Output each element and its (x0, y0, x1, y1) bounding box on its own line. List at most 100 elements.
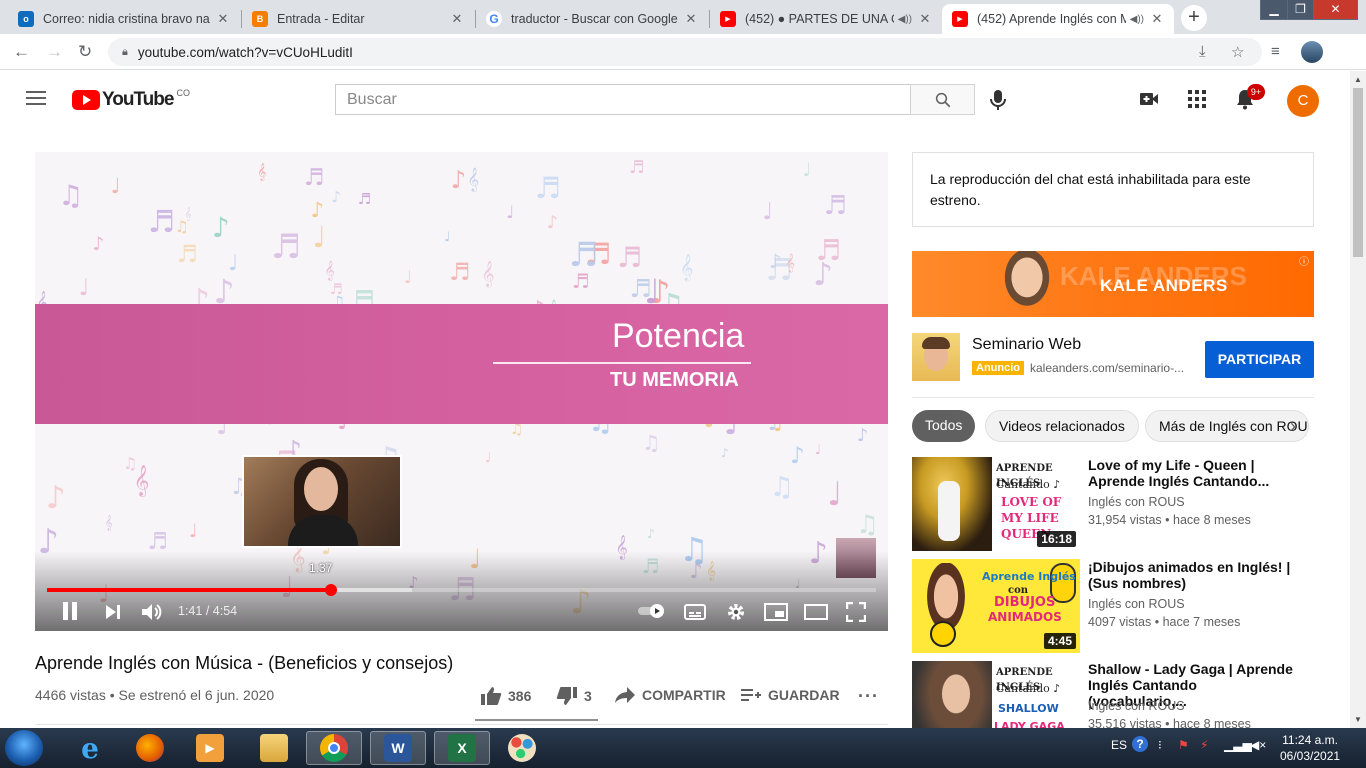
theater-mode-icon[interactable] (804, 604, 828, 625)
banner-brand: KALE ANDERS (1100, 276, 1228, 295)
fullscreen-icon[interactable] (845, 601, 867, 627)
tab-youtube-partes[interactable]: ▶ (452) ● PARTES DE UNA ORACIÓN ◀)) ✕ (710, 4, 942, 34)
video-title[interactable]: Love of my Life - Queen | Aprende Inglés… (1088, 457, 1298, 489)
search-input[interactable]: Buscar (335, 84, 911, 115)
save-button[interactable]: GUARDAR (740, 686, 840, 704)
ad-title[interactable]: Seminario Web (972, 336, 1081, 354)
start-button[interactable] (5, 730, 43, 766)
settings-gear-icon[interactable] (726, 602, 746, 627)
scrollbar-thumb[interactable] (1353, 88, 1363, 257)
file-explorer-icon[interactable] (246, 731, 302, 765)
tab-blogger[interactable]: B Entrada - Editar ✕ (242, 4, 474, 34)
progress-bar[interactable] (47, 584, 876, 596)
apps-grid-icon[interactable] (1188, 90, 1206, 113)
video-title[interactable]: ¡Dibujos animados en Inglés! | (Sus nomb… (1088, 559, 1298, 591)
overlay-subtitle: TU MEMORIA (610, 369, 739, 391)
music-note-decoration: ♫ (855, 510, 879, 541)
scroll-up-icon[interactable]: ▲ (1354, 75, 1362, 84)
youtube-logo[interactable]: YouTube CO (72, 88, 190, 111)
page-scrollbar[interactable]: ▲ ▼ (1350, 71, 1366, 728)
help-icon[interactable]: ? (1132, 736, 1148, 752)
language-indicator[interactable]: ES (1111, 738, 1127, 752)
subtitles-icon[interactable] (684, 604, 706, 625)
media-control-icon[interactable]: ≡ (1271, 43, 1280, 60)
related-video[interactable]: APRENDE INGLÉS Cantando ♪ LOVE OF MY LIF… (912, 457, 1314, 551)
maximize-icon[interactable]: ❐ (1287, 0, 1313, 19)
search-button[interactable] (910, 84, 975, 115)
reload-icon[interactable]: ↻ (78, 42, 92, 62)
thumb-text: LOVE OF (1001, 495, 1062, 509)
like-button[interactable]: 386 (480, 686, 531, 706)
video-thumbnail[interactable]: Aprende Inglés con DIBUJOS ANIMADOS 4:45 (912, 559, 1080, 653)
tab-youtube-active[interactable]: ▶ (452) Aprende Inglés con Música ◀)) ✕ (942, 4, 1174, 34)
install-icon[interactable]: ⤓ (1199, 43, 1206, 60)
tab-title: Entrada - Editar (277, 12, 365, 26)
word-icon[interactable]: W (370, 731, 426, 765)
tab-google[interactable]: G traductor - Buscar con Google ✕ (476, 4, 708, 34)
chip-todos[interactable]: Todos (912, 410, 976, 442)
close-icon[interactable]: ✕ (684, 11, 698, 27)
next-icon[interactable] (105, 604, 121, 625)
pause-icon[interactable] (62, 602, 78, 625)
chrome-icon[interactable] (306, 731, 362, 765)
miniplayer-icon[interactable] (764, 603, 788, 626)
speaker-icon[interactable]: ◀)) (898, 14, 912, 25)
microphone-icon[interactable] (989, 89, 1007, 116)
ad-thumbnail[interactable] (912, 333, 960, 381)
menu-icon[interactable] (26, 91, 46, 109)
more-actions-icon[interactable]: ··· (858, 686, 879, 707)
chip-related[interactable]: Videos relacionados (985, 410, 1139, 442)
tab-correo[interactable]: o Correo: nidia cristina bravo navia ✕ (8, 4, 240, 34)
profile-avatar[interactable] (1301, 41, 1323, 63)
power-icon[interactable]: ⚡︎ (1200, 738, 1208, 752)
ad-info-icon[interactable]: ⓘ (1299, 253, 1309, 268)
minimize-icon[interactable]: ▁ (1261, 0, 1287, 19)
system-clock[interactable]: 11:24 a.m. 06/03/2021 (1280, 732, 1340, 764)
new-tab-button[interactable]: + (1181, 5, 1207, 31)
address-bar[interactable]: 🔒︎ youtube.com/watch?v=vCUoHLuditI (108, 38, 1262, 66)
close-icon[interactable]: ✕ (450, 11, 464, 27)
forward-icon[interactable]: → (46, 42, 63, 62)
create-video-icon[interactable] (1139, 90, 1159, 113)
related-video[interactable]: Aprende Inglés con DIBUJOS ANIMADOS 4:45… (912, 559, 1314, 653)
network-signal-icon[interactable]: ▁▃▅ (1224, 738, 1252, 752)
volume-muted-icon[interactable]: ◀× (1250, 738, 1266, 752)
chevron-right-icon[interactable]: › (1290, 416, 1296, 437)
action-center-flag-icon[interactable]: ⚑ (1178, 738, 1189, 752)
thumb-text: DIBUJOS (994, 595, 1056, 610)
tray-arrow-icon[interactable]: ⁝ (1158, 738, 1162, 752)
participate-button[interactable]: PARTICIPAR (1205, 341, 1314, 378)
time-display: 1:41 / 4:54 (178, 604, 237, 618)
media-player-icon[interactable]: ▶ (182, 731, 238, 765)
speaker-icon[interactable]: ◀)) (1130, 14, 1144, 25)
scroll-down-icon[interactable]: ▼ (1354, 715, 1362, 724)
view-count: 4466 vistas (35, 687, 106, 703)
back-icon[interactable]: ← (13, 42, 30, 62)
channel-name[interactable]: Inglés con ROUS (1088, 495, 1185, 509)
chip-more-from-channel[interactable]: Más de Inglés con ROUS (1145, 410, 1309, 442)
video-player[interactable]: ♩♪♬♩♪♬♩♪♬♩𝄞♩♫♬♫♪♩𝄞♬♪♩♫♬♪♬♪♩♪♩♬♩♬♪♬𝄞♫𝄞♪♫𝄞… (35, 152, 888, 631)
chat-replay-notice: La reproducción del chat está inhabilita… (912, 152, 1314, 227)
ad-banner[interactable]: KALE ANDERS KALE ANDERS ⓘ (912, 251, 1314, 317)
channel-name[interactable]: Inglés con ROUS (1088, 699, 1185, 713)
share-button[interactable]: COMPARTIR (614, 686, 726, 704)
video-thumbnail[interactable]: APRENDE INGLÉS Cantando ♪ LOVE OF MY LIF… (912, 457, 1080, 551)
firefox-icon[interactable] (122, 731, 178, 765)
music-note-decoration: ♬ (147, 204, 176, 240)
account-avatar[interactable]: C (1287, 85, 1319, 117)
bookmark-star-icon[interactable]: ☆ (1231, 43, 1244, 61)
channel-name[interactable]: Inglés con ROUS (1088, 597, 1185, 611)
music-note-decoration: ♪ (790, 443, 805, 470)
close-icon[interactable]: ✕ (216, 11, 230, 27)
autoplay-toggle[interactable] (637, 603, 667, 624)
paint-icon[interactable] (494, 731, 550, 765)
close-window-icon[interactable]: ✕ (1313, 0, 1357, 19)
dislike-button[interactable]: 3 (556, 686, 592, 706)
close-icon[interactable]: ✕ (1150, 11, 1164, 27)
volume-icon[interactable] (141, 602, 163, 627)
internet-explorer-icon[interactable]: e (62, 731, 118, 765)
close-icon[interactable]: ✕ (918, 11, 932, 27)
overlay-divider (493, 362, 751, 364)
preview-time: 1:37 (309, 561, 333, 575)
excel-icon[interactable]: X (434, 731, 490, 765)
